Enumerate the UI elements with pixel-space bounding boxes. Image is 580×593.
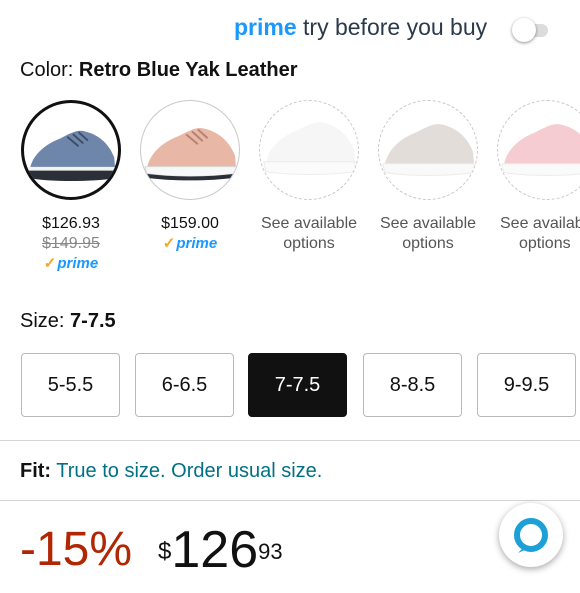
prime-badge-text: prime [176,235,218,252]
prime-check-icon: ✓ [162,235,176,252]
see-options-line1: See available [260,215,358,232]
color-swatch-white[interactable] [259,100,359,200]
swatch-caption-grey: See available options [369,214,487,254]
divider [0,500,580,501]
swatch-list-price: $149.95 [42,235,100,252]
try-before-you-buy-text: try before you buy [303,14,488,40]
size-option-6-6.5[interactable]: 6-6.5 [135,353,234,417]
swatch-caption-blue: $126.93 $149.95 ✓prime [12,214,130,274]
shoe-image-blush [144,127,237,181]
shoe-image-blue [27,130,116,182]
fit-label: Fit: [20,460,52,482]
swatch-caption-white: See available options [250,214,368,254]
size-option-5-5.5[interactable]: 5-5.5 [21,353,120,417]
color-swatch-pink[interactable] [497,100,580,200]
prime-try-before-you-buy: prime try before you buy [234,14,487,41]
discount-percent: -15% [20,523,133,576]
try-before-you-buy-toggle[interactable] [512,15,548,45]
size-option-9-9.5[interactable]: 9-9.5 [477,353,576,417]
color-label: Color: [20,59,74,81]
prime-logo-text: prime [234,14,297,40]
toggle-knob [512,18,536,42]
alexa-button[interactable] [499,503,563,567]
see-options-line2: options [283,235,335,252]
see-options-line1: See available [379,215,477,232]
color-value: Retro Blue Yak Leather [78,59,298,81]
fit-value-link[interactable]: True to size. Order usual size. [56,460,322,482]
fit-info: Fit: True to size. Order usual size. [20,460,322,483]
prime-badge-text: prime [57,255,99,272]
swatch-price: $126.93 [42,215,100,232]
price-whole: 126 [171,521,259,579]
prime-badge: ✓prime [12,254,130,274]
price-display: $12693 [158,520,283,593]
prime-check-icon: ✓ [43,255,57,272]
see-options-line1: See available [500,215,580,232]
swatch-caption-blush: $159.00 ✓prime [131,214,249,254]
divider [0,440,580,441]
color-swatch-blush[interactable] [140,100,240,200]
color-swatch-grey[interactable] [378,100,478,200]
size-value: 7-7.5 [70,310,116,332]
shoe-image-grey [382,124,475,176]
alexa-icon [514,518,548,553]
size-label: Size: [20,310,65,332]
size-selection-line: Size: 7-7.5 [20,310,116,333]
price-fraction: 93 [258,539,283,564]
shoe-image-white [263,122,356,175]
price-currency: $ [158,538,172,565]
color-selection-line: Color: Retro Blue Yak Leather [20,59,298,82]
color-swatch-blue[interactable] [21,100,121,200]
size-option-7-7.5[interactable]: 7-7.5 [248,353,347,417]
see-options-line2: options [519,235,571,252]
swatch-price: $159.00 [161,215,219,232]
see-options-line2: options [402,235,454,252]
prime-badge: ✓prime [131,234,249,254]
swatch-caption-pink: See available options [488,214,580,254]
shoe-image-pink [501,124,580,176]
size-option-8-8.5[interactable]: 8-8.5 [363,353,462,417]
